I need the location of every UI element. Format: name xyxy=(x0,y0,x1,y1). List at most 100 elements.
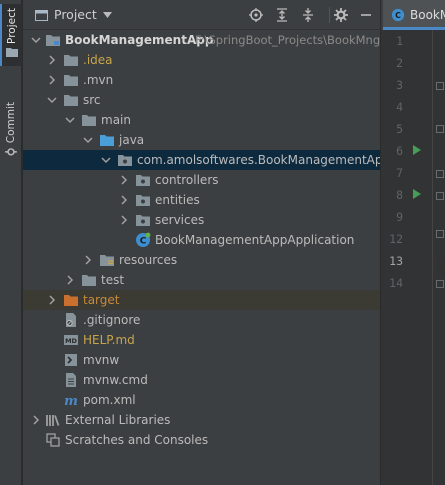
tree-node-label: Scratches and Consoles xyxy=(65,433,209,447)
run-icon[interactable] xyxy=(413,145,421,155)
project-icon xyxy=(35,10,48,21)
chevron-down-icon[interactable] xyxy=(101,155,111,165)
tree-node-test[interactable]: test xyxy=(23,270,380,290)
chevron-right-icon[interactable] xyxy=(47,75,57,85)
expand-all-icon xyxy=(277,8,287,22)
tree-node-gitignore[interactable]: .gitignore xyxy=(23,310,380,330)
line-number-current: 13 xyxy=(389,254,403,268)
tree-node-java[interactable]: java xyxy=(23,130,380,150)
project-panel-header: Project xyxy=(23,0,380,30)
fold-icon[interactable] xyxy=(436,192,444,200)
line-number: 14 xyxy=(389,276,403,290)
collapse-all-icon xyxy=(303,8,313,22)
minimize-button[interactable] xyxy=(358,7,374,23)
tree-node-application-class[interactable]: C BookManagementAppApplication xyxy=(23,230,380,250)
tool-window-strip: Project Commit xyxy=(0,0,22,485)
tree-node-resources[interactable]: resources xyxy=(23,250,380,270)
tree-node-label: controllers xyxy=(155,173,219,187)
tree-node-src[interactable]: src xyxy=(23,90,380,110)
tree-node-label: mvnw xyxy=(83,353,120,367)
tree-node-label: java xyxy=(119,133,145,147)
ignore-file-icon xyxy=(66,313,76,327)
shell-script-icon xyxy=(65,354,77,366)
chevron-right-icon[interactable] xyxy=(31,415,41,425)
tree-node-mvnw[interactable]: mvnw xyxy=(23,350,380,370)
tree-node-services[interactable]: services xyxy=(23,210,380,230)
settings-button[interactable] xyxy=(333,7,349,23)
fold-icon[interactable] xyxy=(436,82,444,90)
folder-icon xyxy=(82,115,96,126)
svg-text:MD: MD xyxy=(65,337,77,345)
tree-node-main[interactable]: main xyxy=(23,110,380,130)
tree-node-label: .mvn xyxy=(83,73,114,87)
chevron-right-icon[interactable] xyxy=(119,175,129,185)
panel-title[interactable]: Project xyxy=(54,7,97,22)
editor-tab-bar: C BookM xyxy=(380,0,445,30)
tree-node-mvn[interactable]: .mvn xyxy=(23,70,380,90)
project-tool-tab[interactable]: Project xyxy=(0,4,22,66)
tree-node-pom-xml[interactable]: m pom.xml xyxy=(23,390,380,410)
markdown-file-icon: MD xyxy=(64,335,78,345)
chevron-right-icon[interactable] xyxy=(119,195,129,205)
tree-node-label: services xyxy=(155,213,205,227)
tree-node-package[interactable]: com.amolsoftwares.BookManagementApp xyxy=(23,150,390,170)
chevron-right-icon[interactable] xyxy=(83,255,93,265)
chevron-right-icon[interactable] xyxy=(47,295,57,305)
module-folder-icon xyxy=(46,35,60,46)
chevron-down-icon[interactable] xyxy=(31,35,41,45)
folder-icon xyxy=(6,47,18,57)
fold-icon[interactable] xyxy=(436,230,444,238)
tree-node-external-libraries[interactable]: External Libraries xyxy=(23,410,380,430)
chevron-down-icon[interactable] xyxy=(47,95,57,105)
tree-node-label: .gitignore xyxy=(83,313,141,327)
line-number: 4 xyxy=(396,100,403,114)
commit-tool-tab-label: Commit xyxy=(5,102,17,144)
svg-text:C: C xyxy=(395,11,401,20)
line-number: 9 xyxy=(396,210,403,224)
tree-node-label: HELP.md xyxy=(83,333,135,347)
editor-tab[interactable]: C BookM xyxy=(383,0,445,30)
chevron-right-icon[interactable] xyxy=(47,55,57,65)
line-number: 12 xyxy=(389,232,403,246)
chevron-right-icon[interactable] xyxy=(65,275,75,285)
chevron-down-icon[interactable] xyxy=(83,135,93,145)
tree-node-idea[interactable]: .idea xyxy=(23,50,380,70)
project-panel: Project BookManagementApp F:\SpringBoot_… xyxy=(23,0,390,485)
chevron-right-icon[interactable] xyxy=(119,215,129,225)
fold-icon[interactable] xyxy=(436,125,444,133)
line-number: 3 xyxy=(396,78,403,92)
resources-folder-icon xyxy=(100,255,114,266)
tree-node-controllers[interactable]: controllers xyxy=(23,170,380,190)
locate-button[interactable] xyxy=(248,7,264,23)
folder-icon xyxy=(64,95,78,106)
commit-icon xyxy=(5,148,17,156)
chevron-down-icon[interactable] xyxy=(65,115,75,125)
collapse-all-button[interactable] xyxy=(300,7,316,23)
expand-all-button[interactable] xyxy=(274,7,290,23)
tree-node-label: pom.xml xyxy=(83,393,136,407)
tree-node-entities[interactable]: entities xyxy=(23,190,380,210)
commit-tool-tab[interactable]: Commit xyxy=(0,98,22,158)
excluded-folder-icon xyxy=(64,295,78,306)
tree-node-scratches[interactable]: Scratches and Consoles xyxy=(23,430,380,450)
header-separator xyxy=(329,7,330,23)
tree-node-label: resources xyxy=(119,253,178,267)
package-icon xyxy=(118,155,132,166)
gutter-divider xyxy=(432,30,433,485)
fold-icon[interactable] xyxy=(436,280,444,288)
svg-text:m: m xyxy=(64,394,78,408)
tree-node-root[interactable]: BookManagementApp F:\SpringBoot_Projects… xyxy=(23,30,389,50)
current-line-highlight xyxy=(437,258,445,276)
folder-icon xyxy=(64,75,78,86)
run-icon[interactable] xyxy=(413,189,421,199)
settings-icon xyxy=(334,8,348,22)
tree-node-mvnw-cmd[interactable]: mvnw.cmd xyxy=(23,370,380,390)
svg-text:C: C xyxy=(140,237,147,247)
source-folder-icon xyxy=(100,135,114,146)
tree-node-target[interactable]: target xyxy=(23,290,380,310)
fold-icon[interactable] xyxy=(436,170,444,178)
folder-icon xyxy=(82,275,96,286)
package-icon xyxy=(136,195,150,206)
chevron-down-icon[interactable] xyxy=(103,12,112,18)
tree-node-help-md[interactable]: MD HELP.md xyxy=(23,330,380,350)
